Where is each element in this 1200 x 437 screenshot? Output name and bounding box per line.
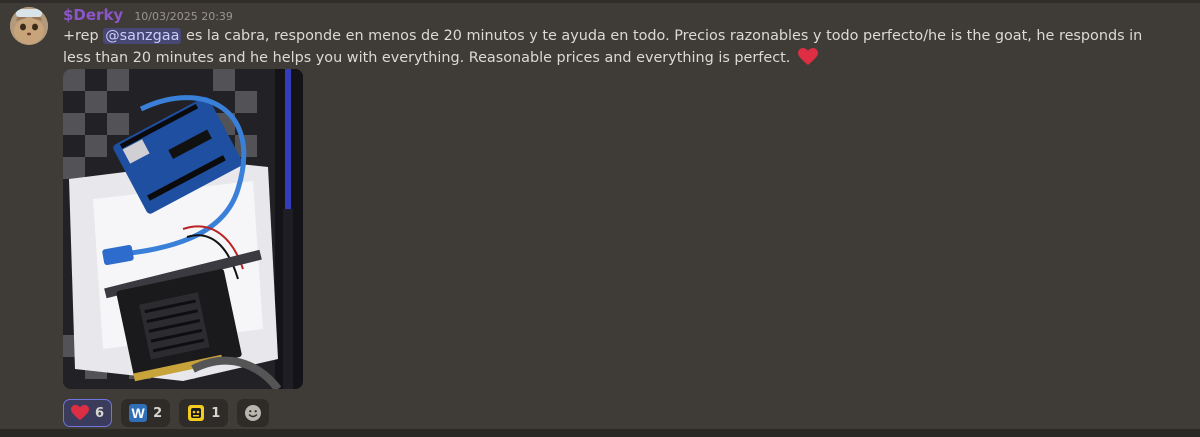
image-attachment[interactable]: [63, 69, 303, 389]
message-header: $Derky 10/03/2025 20:39: [63, 5, 233, 25]
add-reaction-button[interactable]: [237, 399, 270, 427]
heart-emoji: [797, 48, 818, 66]
message-content: +rep @sanzgaa es la cabra, responde en m…: [63, 25, 1173, 69]
reaction-yellow-face[interactable]: 1: [179, 399, 229, 427]
yellow-face-icon: [187, 404, 205, 422]
smiley-icon: [244, 404, 262, 422]
reaction-w[interactable]: W 2: [121, 399, 171, 427]
message-text-prefix: +rep: [63, 28, 104, 44]
timestamp: 10/03/2025 20:39: [134, 10, 233, 23]
username[interactable]: $Derky: [63, 6, 123, 24]
reactions-bar: 6 W 2 1: [63, 399, 273, 427]
reaction-heart[interactable]: 6: [63, 399, 113, 427]
w-letter-icon: W: [129, 404, 148, 422]
bottom-divider: [0, 429, 1200, 437]
message-text-body: es la cabra, responde en menos de 20 min…: [63, 28, 1143, 66]
reaction-count: 6: [95, 405, 105, 421]
user-mention[interactable]: @sanzgaa: [103, 28, 182, 44]
reaction-count: 2: [153, 405, 163, 421]
user-avatar[interactable]: [10, 7, 48, 45]
reaction-count: 1: [211, 405, 221, 421]
heart-icon: [71, 404, 89, 422]
chat-message: $Derky 10/03/2025 20:39 +rep @sanzgaa es…: [0, 3, 1200, 429]
